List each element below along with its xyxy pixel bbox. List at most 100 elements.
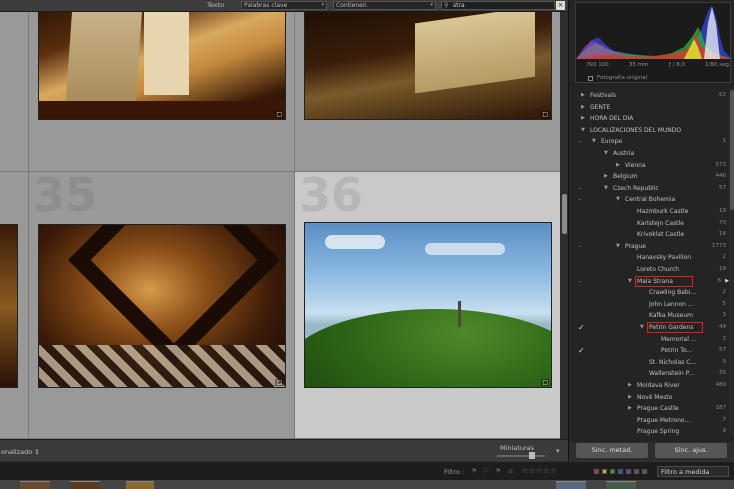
photo-thumbnail[interactable]: □ [38, 224, 286, 388]
color-label-swatch[interactable] [602, 469, 607, 474]
disclosure-down-icon[interactable]: ▼ [581, 125, 585, 137]
keyword-row[interactable]: – ▼ Central Bohemia [569, 194, 729, 206]
keyword-row[interactable]: ▶ Prague Castle 187 [569, 403, 729, 415]
filmstrip-thumb[interactable] [20, 481, 50, 489]
disclosure-right-icon[interactable]: ▶ [604, 171, 608, 183]
keyword-row[interactable]: Memorial ... 2 [569, 334, 729, 346]
grid-scrollbar-thumb[interactable] [562, 194, 567, 234]
photo-thumbnail-selected[interactable]: □ [304, 222, 552, 388]
color-label-swatch[interactable] [610, 469, 615, 474]
grid-cell[interactable]: 35 □ [29, 168, 295, 439]
keyword-row[interactable]: Karlstejn Castle 70 [569, 218, 729, 230]
filmstrip-thumb[interactable] [70, 481, 100, 489]
keyword-row[interactable]: ▶ Belgium 446 [569, 171, 729, 183]
keyword-row[interactable]: Prague Metrono... 7 [569, 415, 729, 427]
metadata-badge-icon: □ [275, 111, 283, 118]
disclosure-right-icon[interactable]: ▶ [628, 380, 632, 392]
star-rating-filter[interactable]: ☆☆☆☆☆ [521, 466, 557, 475]
color-label-swatch[interactable] [634, 469, 639, 474]
color-label-swatch[interactable] [594, 469, 599, 474]
color-label-swatch[interactable] [618, 469, 623, 474]
keyword-row[interactable]: Hazmburk Castle 19 [569, 206, 729, 218]
filmstrip-thumb[interactable] [556, 481, 586, 489]
toolbar-menu-chevron-icon[interactable]: ▾ [556, 447, 560, 455]
photo-thumbnail[interactable]: □ [38, 12, 286, 120]
check-icon[interactable]: ✓ [578, 345, 585, 357]
flag-icon[interactable]: ⚑ [471, 467, 477, 475]
flag-rejected-icon[interactable]: ⚑ [495, 467, 501, 475]
keyword-row[interactable]: Kafka Museum 3 [569, 310, 729, 322]
disclosure-down-icon[interactable]: ▼ [628, 276, 632, 288]
disclosure-right-icon[interactable]: ▶ [581, 113, 585, 125]
grid-cell[interactable]: □ [295, 12, 560, 172]
keyword-row[interactable]: – ▼ Czech Republic 57 [569, 183, 729, 195]
disclosure-down-icon[interactable]: ▼ [616, 241, 620, 253]
grid-cell[interactable]: □ [29, 12, 295, 172]
keyword-scrollbar-thumb[interactable] [730, 90, 734, 210]
keyword-scrollbar[interactable] [729, 88, 734, 436]
keyword-row[interactable]: Wallenstein P... 35 [569, 368, 729, 380]
keyword-row[interactable]: Loreto Church 19 [569, 264, 729, 276]
keyword-row[interactable]: Krivoklat Castle 16 [569, 229, 729, 241]
sort-order-dropdown[interactable]: onalizado ↕ [1, 448, 40, 456]
color-label-swatch[interactable] [626, 469, 631, 474]
collapse-minus-icon[interactable]: – [578, 276, 582, 288]
grid-cell[interactable] [0, 12, 29, 172]
collapse-minus-icon[interactable]: – [578, 183, 582, 195]
grid-cell[interactable] [0, 172, 29, 439]
disclosure-down-icon[interactable]: ▼ [592, 136, 596, 148]
disclosure-right-icon[interactable]: ▶ [616, 160, 620, 172]
keyword-row[interactable]: – ▼ Prague 1773 [569, 241, 729, 253]
photo-thumbnail[interactable] [0, 224, 18, 388]
keyword-row[interactable]: ▶ HORA DEL DIA [569, 113, 729, 125]
keyword-row[interactable]: Hanavsky Pavilion 2 [569, 252, 729, 264]
keyword-row[interactable]: St. Nicholas C... 9 [569, 357, 729, 369]
keyword-row[interactable]: ▶ Moldava River 489 [569, 380, 729, 392]
disclosure-down-icon[interactable]: ▼ [616, 194, 620, 206]
disclosure-right-icon[interactable]: ▶ [628, 392, 632, 404]
clear-search-button[interactable]: × [556, 1, 565, 10]
thumbnail-size-slider[interactable] [497, 452, 545, 459]
collapse-minus-icon[interactable]: – [578, 136, 582, 148]
condition-dropdown[interactable]: Contienen ▾ [333, 1, 436, 10]
comparison-icon[interactable]: ≥ [508, 467, 514, 475]
check-icon[interactable]: ✓ [578, 322, 585, 334]
keyword-row[interactable]: ▼ Austria [569, 148, 729, 160]
disclosure-down-icon[interactable]: ▼ [640, 322, 644, 334]
keyword-row[interactable]: – ▼ Europe 1 [569, 136, 729, 148]
disclosure-down-icon[interactable]: ▼ [604, 183, 608, 195]
filmstrip-thumb[interactable] [606, 481, 636, 489]
keyword-row[interactable]: Crawling Babi... 2 [569, 287, 729, 299]
flag-unflagged-icon[interactable]: ⚐ [483, 467, 489, 475]
keyword-row[interactable]: ▶ GENTE [569, 102, 729, 114]
color-label-swatch[interactable] [642, 469, 647, 474]
search-input[interactable]: ⚲ stra [441, 1, 555, 10]
keyword-row[interactable]: ▶ Festivals 52 [569, 90, 729, 102]
keyword-name: Kafka Museum [649, 312, 694, 320]
filmstrip-thumb[interactable] [126, 481, 154, 489]
keyword-row[interactable]: John Lennon ... 5 [569, 299, 729, 311]
keyword-row[interactable]: ✓ ▼ Petrin Gardens 44 [569, 322, 729, 334]
keyword-row[interactable]: ✓ Petrin To... 57 [569, 345, 729, 357]
disclosure-down-icon[interactable]: ▼ [604, 148, 608, 160]
keyword-row[interactable]: Prague Spring 9 [569, 426, 729, 436]
field-dropdown[interactable]: Palabras clave ▾ [241, 1, 327, 10]
disclosure-right-icon[interactable]: ▶ [581, 90, 585, 102]
keyword-row[interactable]: ▶ Vienna 573 [569, 160, 729, 172]
custom-filter-dropdown[interactable]: Filtro a medida [657, 466, 729, 477]
grid-cell-selected[interactable]: 36 □ [295, 168, 560, 439]
slider-knob[interactable] [528, 452, 535, 459]
disclosure-right-icon[interactable]: ▶ [628, 403, 632, 415]
sync-metadata-button[interactable]: Sinc. metad. [576, 443, 648, 458]
sync-settings-button[interactable]: Sinc. ajus. [655, 443, 727, 458]
disclosure-right-icon[interactable]: ▶ [581, 102, 585, 114]
keyword-row[interactable]: ▶ Nové Mesto [569, 392, 729, 404]
original-photo-toggle[interactable]: Fotografía original [587, 75, 647, 81]
keyword-row[interactable]: ▼ LOCALIZACIONES DEL MUNDO [569, 125, 729, 137]
collapse-minus-icon[interactable]: – [578, 241, 582, 253]
grid-scrollbar[interactable] [560, 12, 568, 439]
photo-thumbnail[interactable]: □ [304, 12, 552, 120]
keyword-row[interactable]: – ▼ Mala Strana 6 ▶ [569, 275, 729, 288]
collapse-minus-icon[interactable]: – [578, 194, 582, 206]
checkbox-icon[interactable] [588, 76, 593, 81]
